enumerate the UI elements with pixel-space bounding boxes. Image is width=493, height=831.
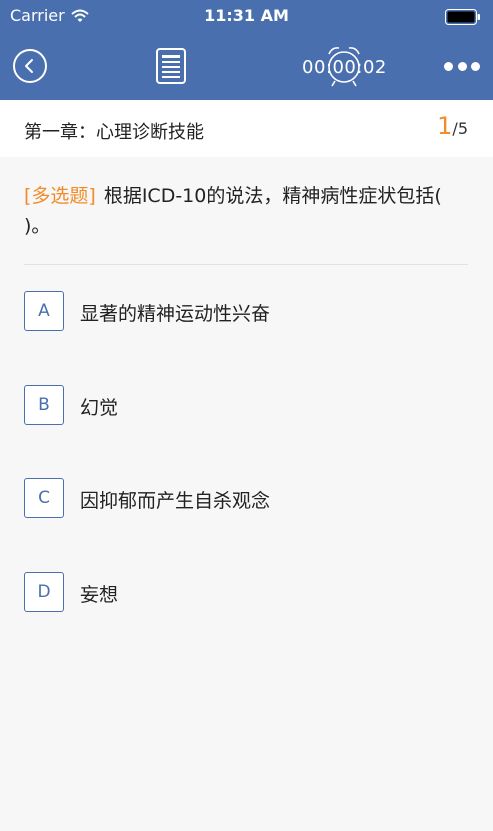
current-question-number: 1 [437, 112, 453, 140]
timer-text: 00:00:02 [302, 57, 387, 78]
divider [24, 264, 468, 265]
status-bar: Carrier 11:31 AM [0, 0, 493, 34]
option-text: 妄想 [80, 584, 119, 606]
exam-timer: 00:00:02 [302, 44, 386, 90]
option-letter-box[interactable]: D [24, 572, 64, 612]
option-letter-box[interactable]: A [24, 291, 64, 331]
option-text: 因抑郁而产生自杀观念 [80, 490, 271, 512]
option-c[interactable]: C 因抑郁而产生自杀观念 [24, 478, 464, 520]
question-text-block: [多选题] 根据ICD-10的说法，精神病性症状包括( )。 [24, 181, 470, 241]
option-letter-box[interactable]: B [24, 385, 64, 425]
question-progress: 1/5 [437, 112, 468, 140]
question-type-label: [多选题] [24, 185, 96, 207]
option-a[interactable]: A 显著的精神运动性兴奋 [24, 291, 464, 333]
more-icon-dot [444, 61, 453, 71]
battery-icon [445, 9, 480, 25]
option-letter-box[interactable]: C [24, 478, 64, 518]
option-d[interactable]: D 妄想 [24, 572, 464, 614]
more-icon-dot [457, 61, 467, 71]
option-text: 显著的精神运动性兴奋 [80, 303, 271, 325]
nav-bar: 00:00:02 [0, 34, 493, 100]
chapter-title: 第一章：心理诊断技能 [24, 122, 204, 143]
more-button[interactable] [444, 58, 480, 74]
option-b[interactable]: B 幻觉 [24, 385, 464, 427]
status-time: 11:31 AM [204, 6, 289, 25]
back-button[interactable] [13, 49, 47, 83]
document-icon[interactable] [155, 47, 187, 85]
option-text: 幻觉 [80, 397, 119, 419]
total-questions: /5 [452, 119, 468, 138]
more-icon-dot [471, 61, 480, 71]
top-bar: Carrier 11:31 AM 00:00:02 [0, 0, 493, 100]
chapter-bar: 第一章：心理诊断技能 1/5 [0, 100, 493, 157]
back-icon [25, 59, 33, 73]
